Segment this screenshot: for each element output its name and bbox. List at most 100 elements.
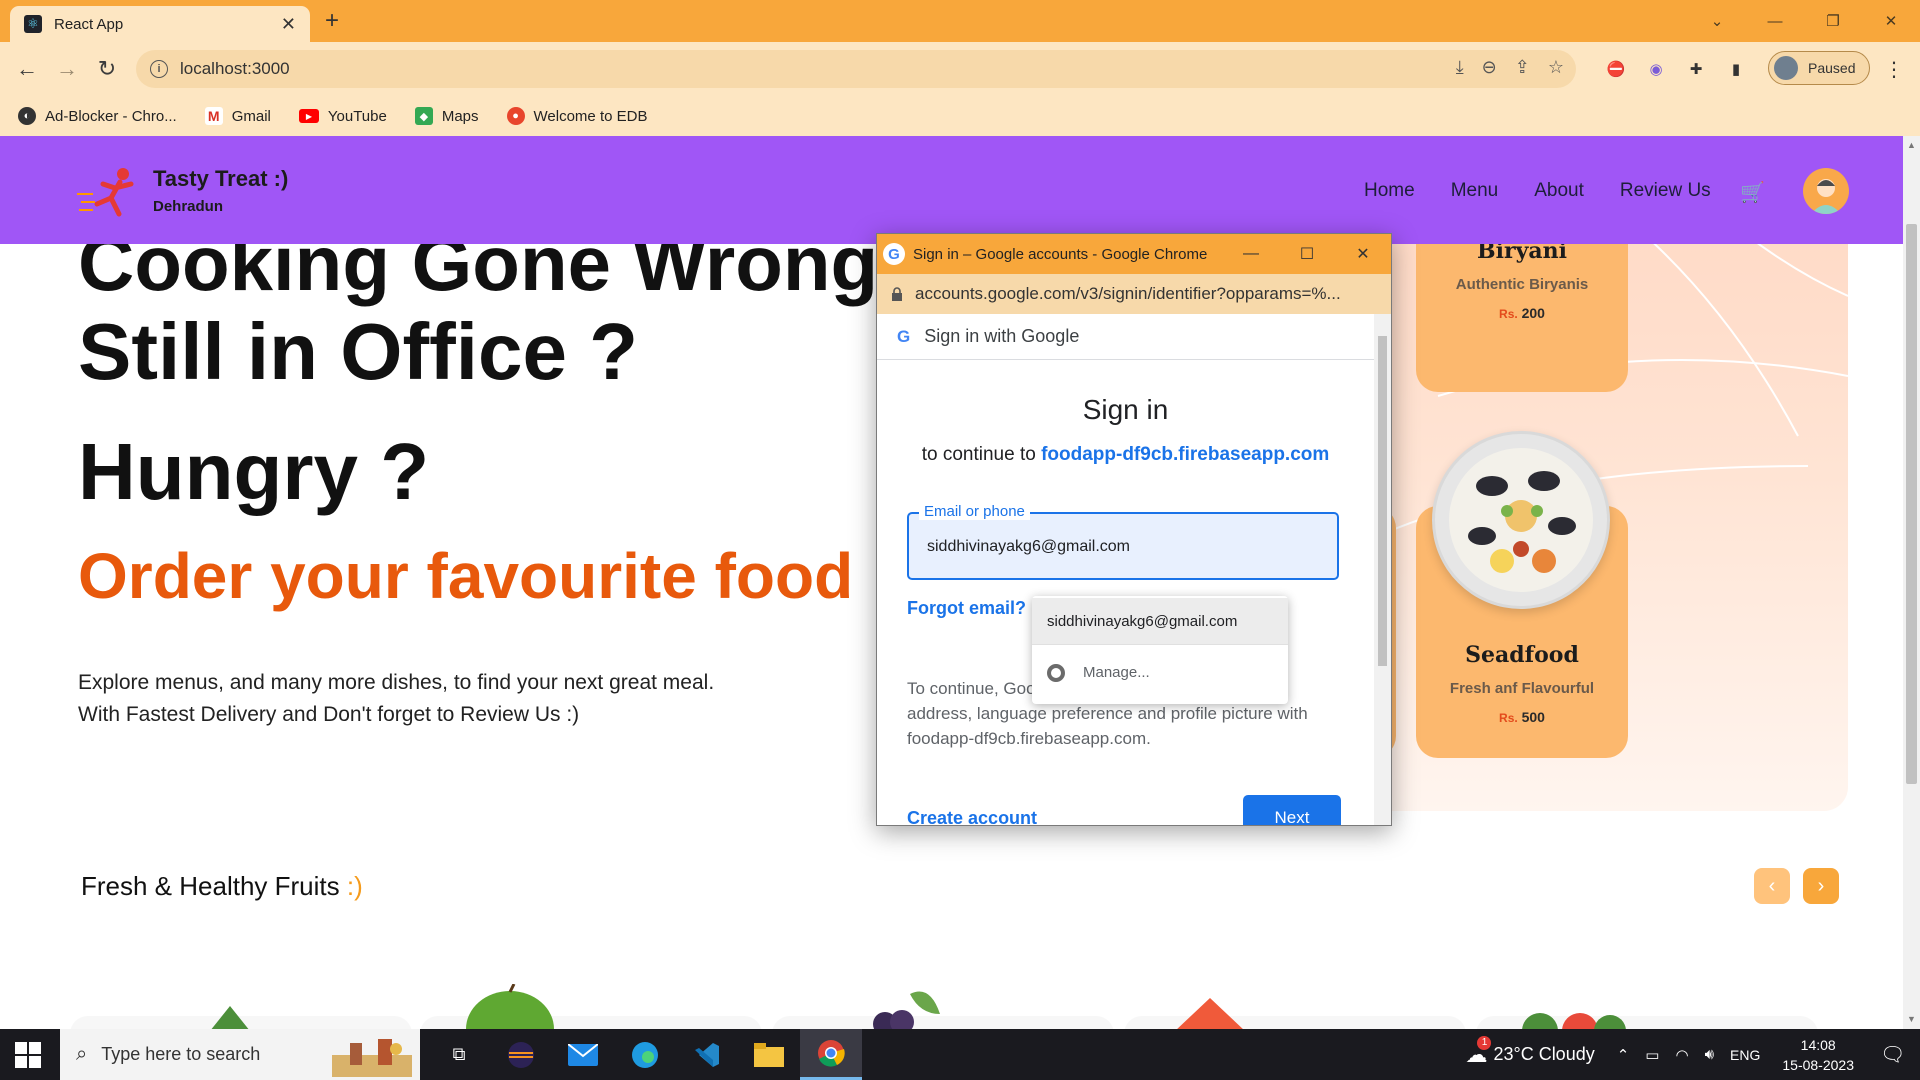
side-panel-icon[interactable]: ▮	[1725, 58, 1747, 80]
window-controls: ⌄ — ❐ ✕	[1688, 0, 1920, 42]
weather-widget[interactable]: ☁ 1 23°C Cloudy	[1465, 1035, 1595, 1068]
carousel-next-button[interactable]: ›	[1803, 868, 1839, 904]
currency: Rs.	[1499, 307, 1518, 321]
autofill-manage[interactable]: Manage...	[1032, 644, 1288, 700]
carousel-prev-button[interactable]: ‹	[1754, 868, 1790, 904]
autofill-manage-label: Manage...	[1083, 664, 1150, 681]
tab-search-icon[interactable]: ⌄	[1688, 0, 1746, 42]
weather-badge: 1	[1477, 1035, 1492, 1050]
bookmark-star-icon[interactable]: ☆	[1548, 57, 1564, 78]
puzzle-icon[interactable]: ✚	[1685, 58, 1707, 80]
site-info-icon[interactable]: i	[150, 60, 168, 78]
site-nav: Home Menu About Review Us	[1364, 180, 1711, 202]
minimize-button[interactable]: —	[1746, 0, 1804, 42]
popup-maximize-button[interactable]: ☐	[1279, 234, 1335, 274]
seafood-image	[1432, 431, 1610, 609]
create-account-link[interactable]: Create account	[907, 808, 1037, 825]
eclipse-icon[interactable]	[490, 1029, 552, 1080]
bookmark-gmail[interactable]: M Gmail	[204, 107, 271, 125]
extensions-area: ⛔ ◉ ✚ ▮	[1605, 58, 1747, 80]
install-icon[interactable]: ⤓	[1456, 57, 1464, 78]
autofill-dropdown: siddhivinayakg6@gmail.com Manage...	[1032, 596, 1288, 704]
edb-icon: ●	[506, 107, 525, 125]
nav-home[interactable]: Home	[1364, 180, 1415, 202]
nav-about[interactable]: About	[1534, 180, 1584, 202]
tab-react-app[interactable]: ⚛ React App ✕	[10, 6, 310, 42]
chrome-icon	[1047, 663, 1065, 682]
show-hidden-icons[interactable]: ⌃	[1617, 1046, 1630, 1064]
adblock-extension-icon[interactable]: ⛔	[1605, 58, 1627, 80]
taskbar-search[interactable]: ⌕ Type here to search	[60, 1029, 420, 1080]
edge-icon[interactable]	[614, 1029, 676, 1080]
wifi-icon[interactable]: ◠	[1675, 1046, 1688, 1064]
autofill-suggestion[interactable]: siddhivinayakg6@gmail.com	[1032, 598, 1288, 644]
popup-titlebar[interactable]: G Sign in – Google accounts - Google Chr…	[877, 234, 1391, 274]
popup-close-button[interactable]: ✕	[1335, 234, 1391, 274]
windows-start-icon[interactable]	[15, 1042, 41, 1068]
task-view-icon[interactable]: ⧉	[428, 1029, 490, 1080]
share-icon[interactable]: ⇪	[1515, 57, 1530, 78]
youtube-icon: ▶	[298, 109, 319, 123]
forward-button[interactable]: →	[50, 52, 84, 86]
google-g-icon: G	[897, 326, 911, 346]
fruit-image-lime	[466, 984, 554, 1029]
notifications-icon[interactable]: 🗨︎	[1880, 1042, 1920, 1067]
dish-price: Rs. 200	[1416, 305, 1628, 321]
language-indicator[interactable]: ENG	[1730, 1047, 1760, 1063]
google-signin-popup: G Sign in – Google accounts - Google Chr…	[876, 233, 1392, 826]
email-field[interactable]: Email or phone	[907, 503, 1339, 580]
back-button[interactable]: ←	[10, 52, 44, 86]
email-input[interactable]	[927, 538, 1327, 556]
fruit-image-leaves	[211, 1006, 249, 1029]
volume-icon[interactable]: 🔊︎	[1705, 1046, 1714, 1063]
taskbar-apps: ⧉	[428, 1029, 862, 1080]
clock[interactable]: 14:08 15-08-2023	[1782, 1035, 1854, 1075]
google-signin-page: G Sign in with Google Sign in to continu…	[877, 314, 1374, 825]
chrome-taskbar-icon[interactable]	[800, 1029, 862, 1080]
next-button[interactable]: Next	[1243, 795, 1341, 825]
cart-icon[interactable]: 🛒	[1740, 180, 1765, 205]
fruits-section-title: Fresh & Healthy Fruits :)	[81, 871, 363, 902]
app-name-link[interactable]: foodapp-df9cb.firebaseapp.com	[1041, 444, 1329, 465]
popup-scrollbar[interactable]	[1374, 314, 1391, 825]
zoom-icon[interactable]: ⊖	[1482, 57, 1497, 78]
popup-scroll-thumb[interactable]	[1378, 336, 1387, 666]
battery-icon[interactable]: ▭	[1645, 1046, 1659, 1064]
tab-title: React App	[54, 15, 124, 33]
restore-button[interactable]: ❐	[1804, 0, 1862, 42]
scroll-down-icon[interactable]: ▼	[1907, 1014, 1916, 1024]
address-url: localhost:3000	[180, 59, 290, 78]
chrome-menu-icon[interactable]: ⋮	[1884, 57, 1904, 82]
brand-name[interactable]: Tasty Treat :)	[153, 166, 288, 192]
file-explorer-icon[interactable]	[738, 1029, 800, 1080]
mail-icon[interactable]	[552, 1029, 614, 1080]
new-tab-button[interactable]: +	[325, 7, 339, 35]
reload-button[interactable]: ↻	[90, 52, 124, 86]
profile-button[interactable]: Paused	[1768, 51, 1870, 85]
weather-text: 23°C Cloudy	[1493, 1044, 1595, 1064]
scroll-up-icon[interactable]: ▲	[1907, 140, 1916, 150]
bookmark-label: Ad-Blocker - Chro...	[45, 107, 177, 125]
scroll-thumb[interactable]	[1906, 224, 1917, 784]
google-logo-icon: G	[883, 243, 905, 265]
popup-url: accounts.google.com/v3/signin/identifier…	[915, 284, 1341, 303]
forgot-email-link[interactable]: Forgot email?	[907, 598, 1026, 619]
bookmark-ad-blocker[interactable]: ◐ Ad-Blocker - Chro...	[18, 107, 177, 125]
hero-headline: Still in Office ?	[78, 307, 639, 396]
vscode-icon[interactable]	[676, 1029, 738, 1080]
user-avatar[interactable]	[1803, 168, 1849, 214]
signin-header-text: Sign in with Google	[924, 326, 1080, 346]
bookmark-maps[interactable]: ◆ Maps	[414, 107, 479, 125]
close-window-button[interactable]: ✕	[1862, 0, 1920, 42]
close-tab-icon[interactable]: ✕	[281, 14, 296, 35]
nav-menu[interactable]: Menu	[1451, 180, 1499, 202]
bookmark-edb[interactable]: ● Welcome to EDB	[506, 107, 647, 125]
address-bar[interactable]: i localhost:3000 ⤓ ⊖ ⇪ ☆	[136, 50, 1576, 88]
popup-minimize-button[interactable]: —	[1223, 234, 1279, 274]
nav-review-us[interactable]: Review Us	[1620, 180, 1711, 202]
currency: Rs.	[1499, 711, 1518, 725]
bookmark-youtube[interactable]: ▶ YouTube	[298, 108, 387, 125]
omnibox-actions: ⤓ ⊖ ⇪ ☆	[1456, 57, 1564, 78]
page-scrollbar[interactable]: ▲ ▼	[1903, 136, 1920, 1029]
extension-icon[interactable]: ◉	[1645, 58, 1667, 80]
